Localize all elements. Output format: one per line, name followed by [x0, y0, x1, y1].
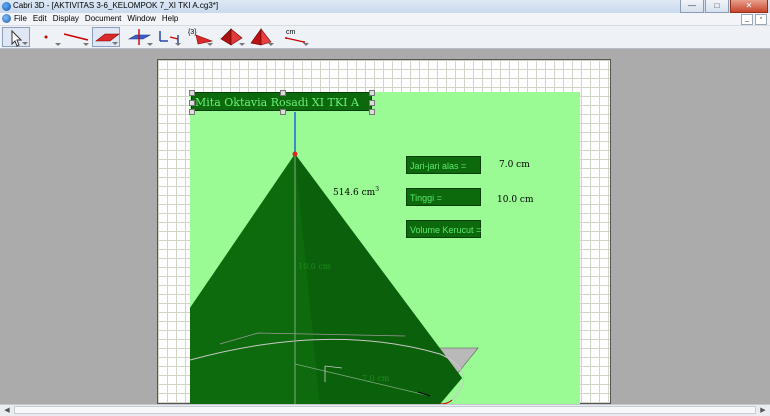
resize-handle-bc[interactable] [280, 109, 286, 115]
window-controls: — □ ✕ [679, 0, 768, 13]
title-bar: Cabri 3D - [AKTIVITAS 3-6_KELOMPOK 7_XI … [0, 0, 770, 13]
toolbar: {3} cm [0, 26, 770, 49]
scroll-right-arrow[interactable]: ▶ [758, 406, 768, 415]
dropdown-triangle-icon [268, 43, 274, 46]
dropdown-triangle-icon [112, 42, 118, 45]
radius-measure-label: 7.0 cm [362, 374, 390, 383]
height-value: 10.0 cm [497, 195, 534, 205]
transformation-tool[interactable] [154, 27, 182, 47]
pyramid-tool[interactable] [247, 27, 275, 47]
document-restore-button[interactable]: ▫ [755, 14, 767, 25]
dropdown-triangle-icon [303, 43, 309, 46]
height-measure-label: 10.0 cm [298, 262, 331, 271]
resize-handle-bl[interactable] [189, 109, 195, 115]
resize-handle-tc[interactable] [280, 90, 286, 96]
horizontal-scrollbar[interactable]: ◀ ▶ [0, 404, 770, 416]
volume-measure-exponent: 3 [375, 186, 380, 193]
plane-icon [95, 33, 120, 42]
volume-measure-label: 514.6 cm3 [333, 186, 379, 198]
height-label-box[interactable]: Tinggi = [406, 188, 481, 206]
close-button[interactable]: ✕ [730, 0, 768, 13]
3d-view[interactable] [190, 92, 580, 404]
resize-handle-ml[interactable] [189, 100, 195, 106]
cone-figure [190, 112, 479, 404]
scroll-left-arrow[interactable]: ◀ [2, 406, 12, 415]
resize-handle-mr[interactable] [369, 100, 375, 106]
cabri-app-icon [2, 2, 11, 11]
dropdown-triangle-icon [175, 43, 181, 46]
dropdown-triangle-icon [147, 43, 153, 46]
point-tool[interactable] [34, 27, 62, 47]
polyhedron-tool[interactable] [218, 27, 246, 47]
document-icon[interactable] [2, 14, 11, 23]
resize-handle-tl[interactable] [189, 90, 195, 96]
dropdown-triangle-icon [239, 43, 245, 46]
line-tool[interactable] [62, 27, 90, 47]
document-window-controls: _ ▫ [739, 14, 767, 25]
radius-value: 7.0 cm [499, 160, 530, 170]
volume-measure-value: 514.6 cm [333, 188, 376, 198]
menu-help[interactable]: Help [162, 14, 178, 23]
dropdown-triangle-icon [207, 43, 213, 46]
calculate-tool[interactable]: {3} [186, 27, 214, 47]
dropdown-triangle-icon [22, 42, 28, 45]
apex-point[interactable] [292, 151, 298, 157]
cone-volume-label-box[interactable]: Volume Kerucut = [406, 220, 481, 238]
measurement-tool[interactable]: cm [282, 27, 310, 47]
scroll-thumb[interactable] [14, 406, 756, 414]
perpendicular-tool[interactable] [126, 27, 154, 47]
window-title: Cabri 3D - [AKTIVITAS 3-6_KELOMPOK 7_XI … [13, 1, 219, 10]
menu-display[interactable]: Display [53, 14, 79, 23]
menu-window[interactable]: Window [127, 14, 155, 23]
menu-edit[interactable]: Edit [33, 14, 47, 23]
resize-handle-br[interactable] [369, 109, 375, 115]
dropdown-triangle-icon [83, 43, 89, 46]
menu-bar: File Edit Display Document Window Help _… [0, 13, 770, 26]
document-minimize-button[interactable]: _ [741, 14, 753, 25]
menu-document[interactable]: Document [85, 14, 121, 23]
maximize-button[interactable]: □ [705, 0, 729, 13]
measurement-tool-label: cm [286, 29, 296, 36]
cursor-arrow-icon [11, 29, 23, 47]
minimize-button[interactable]: — [680, 0, 704, 13]
menu-items: File Edit Display Document Window Help [14, 14, 184, 23]
dropdown-triangle-icon [55, 43, 61, 46]
surface-tool[interactable] [92, 27, 120, 47]
radius-label-box[interactable]: Jari-jari alas = [406, 156, 481, 174]
resize-handle-tr[interactable] [369, 90, 375, 96]
manipulation-tool[interactable] [2, 27, 30, 47]
menu-file[interactable]: File [14, 14, 27, 23]
